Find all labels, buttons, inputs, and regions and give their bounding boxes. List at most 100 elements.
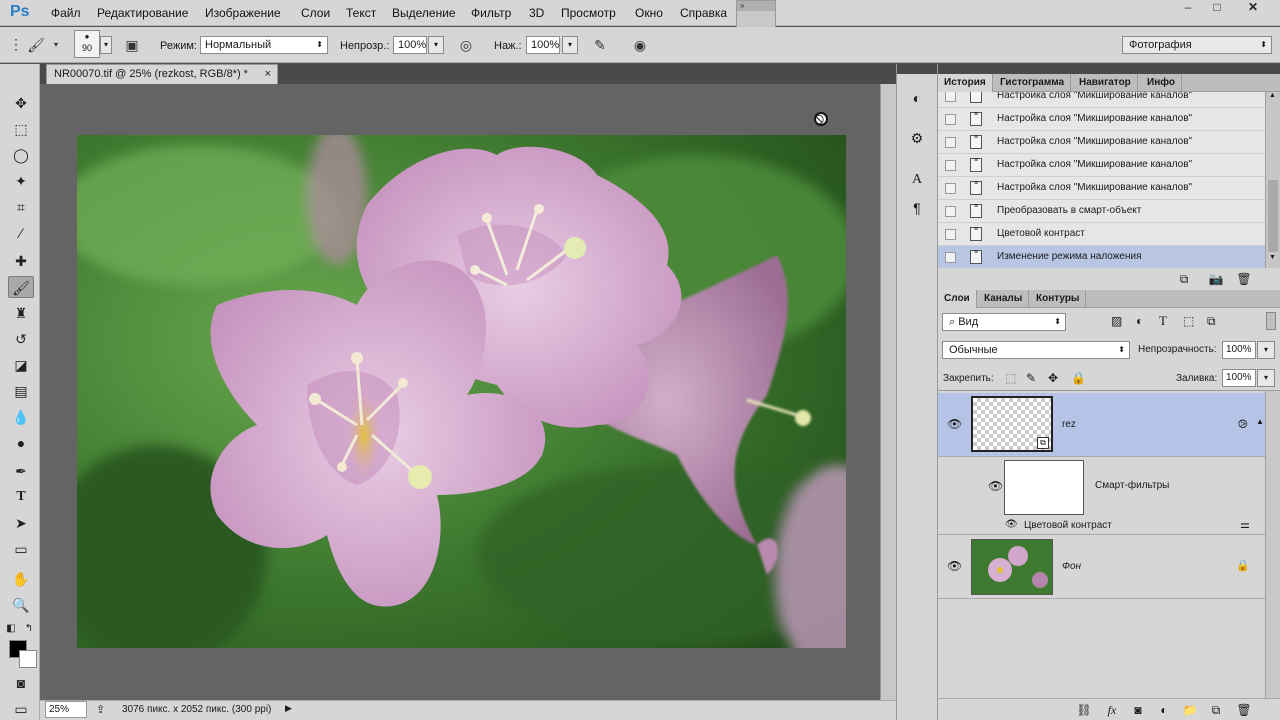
scroll-down-icon[interactable]: ▼ bbox=[1269, 254, 1276, 261]
background-color-swatch[interactable] bbox=[19, 650, 37, 668]
menu-select[interactable]: Выделение bbox=[392, 6, 456, 20]
blur-tool-icon[interactable]: 💧 bbox=[8, 406, 34, 428]
character-icon[interactable]: A bbox=[906, 170, 928, 190]
clone-source-icon[interactable]: ⚙ bbox=[906, 128, 928, 148]
rectangle-tool-icon[interactable]: ▭ bbox=[8, 538, 34, 560]
expand-arrow-icon[interactable]: ▲ bbox=[1256, 417, 1264, 426]
document-image[interactable] bbox=[77, 135, 846, 648]
crop-tool-icon[interactable]: ⌗ bbox=[8, 196, 34, 218]
brush-panel-icon[interactable]: ▣ bbox=[122, 36, 142, 54]
export-icon[interactable]: ⇪ bbox=[96, 703, 105, 716]
smart-filters-row[interactable]: 👁 Смарт-фильтры 👁 Цветовой контраст ⚌ bbox=[938, 457, 1265, 535]
history-item[interactable]: ≡ Настройка слоя "Микширование каналов" bbox=[938, 92, 1265, 108]
history-item-selected[interactable]: ≡ Изменение режима наложения bbox=[938, 246, 1265, 268]
opacity-arrow-icon[interactable]: ▾ bbox=[1257, 341, 1275, 359]
dodge-tool-icon[interactable]: ● bbox=[8, 432, 34, 454]
visibility-eye-icon[interactable]: 👁 bbox=[947, 417, 962, 431]
close-tab-icon[interactable]: × bbox=[265, 65, 271, 83]
fill-arrow-icon[interactable]: ▾ bbox=[1257, 369, 1275, 387]
lock-all-icon[interactable]: 🔒 bbox=[1071, 371, 1086, 385]
visibility-eye-icon[interactable]: 👁 bbox=[988, 479, 1003, 493]
history-source-checkbox[interactable] bbox=[945, 92, 956, 102]
close-icon[interactable]: ✕ bbox=[1243, 1, 1263, 15]
menu-type[interactable]: Текст bbox=[346, 6, 376, 20]
history-item[interactable]: ≡ Настройка слоя "Микширование каналов" bbox=[938, 131, 1265, 154]
pen-tool-icon[interactable]: ✒ bbox=[8, 460, 34, 482]
lock-position-icon[interactable]: ✥ bbox=[1048, 371, 1058, 385]
zoom-tool-icon[interactable]: 🔍 bbox=[8, 594, 34, 616]
add-mask-icon[interactable]: ◙ bbox=[1130, 703, 1146, 717]
tab-navigator[interactable]: Навигатор bbox=[1073, 74, 1138, 92]
filter-shape-icon[interactable]: ⬚ bbox=[1183, 314, 1194, 328]
flow-field[interactable]: 100% bbox=[526, 36, 560, 54]
brush-picker-arrow-icon[interactable]: ▾ bbox=[100, 36, 112, 54]
new-group-icon[interactable]: 📁 bbox=[1182, 703, 1198, 717]
filter-pixel-icon[interactable]: ▨ bbox=[1111, 314, 1122, 328]
type-tool-icon[interactable]: T bbox=[8, 486, 34, 508]
history-source-checkbox[interactable] bbox=[945, 206, 956, 217]
maximize-icon[interactable]: □ bbox=[1207, 1, 1227, 15]
history-item[interactable]: ≡ Настройка слоя "Микширование каналов" bbox=[938, 108, 1265, 131]
history-source-checkbox[interactable] bbox=[945, 160, 956, 171]
history-item[interactable]: ≡ Преобразовать в смарт-объект bbox=[938, 200, 1265, 223]
move-tool-icon[interactable]: ✥ bbox=[8, 92, 34, 114]
pressure-opacity-icon[interactable]: ◎ bbox=[456, 36, 476, 54]
swap-colors-icon[interactable]: ↰ bbox=[22, 618, 36, 640]
visibility-eye-icon[interactable]: 👁 bbox=[947, 559, 962, 573]
document-tab[interactable]: NR00070.tif @ 25% (rezkost, RGB/8*) * × bbox=[46, 64, 278, 84]
history-scrollbar[interactable]: ▼ ▲ bbox=[1265, 92, 1280, 268]
menu-image[interactable]: Изображение bbox=[205, 6, 281, 20]
workspace-select[interactable]: Фотография ⬍ bbox=[1122, 36, 1272, 54]
quick-select-tool-icon[interactable]: ✦ bbox=[8, 170, 34, 192]
filter-blending-options-icon[interactable]: ⚌ bbox=[1240, 518, 1250, 531]
collapse-icon[interactable]: » bbox=[737, 1, 775, 11]
pressure-size-icon[interactable]: ◉ bbox=[630, 36, 650, 54]
brush-tool-icon[interactable]: 🖌 bbox=[8, 276, 34, 298]
new-layer-icon[interactable]: ⧉ bbox=[1208, 703, 1224, 717]
blend-mode-select[interactable]: Обычные ⬍ bbox=[942, 341, 1130, 359]
filter-adjustment-icon[interactable]: ◐ bbox=[1136, 314, 1143, 328]
tab-channels[interactable]: Каналы bbox=[978, 290, 1030, 308]
mode-select[interactable]: Нормальный ⬍ bbox=[200, 36, 328, 54]
opacity-arrow-icon[interactable]: ▾ bbox=[428, 36, 444, 54]
default-colors-icon[interactable]: ◧ bbox=[4, 618, 18, 640]
paragraph-icon[interactable]: ¶ bbox=[906, 198, 928, 218]
menu-edit[interactable]: Редактирование bbox=[97, 6, 188, 20]
layer-row-background[interactable]: 👁 Фон 🔒 bbox=[938, 535, 1265, 599]
history-item[interactable]: ≡ Настройка слоя "Микширование каналов" bbox=[938, 154, 1265, 177]
eraser-tool-icon[interactable]: ◪ bbox=[8, 354, 34, 376]
lock-image-icon[interactable]: ✎ bbox=[1026, 371, 1036, 385]
adjustments-icon[interactable]: ◐ bbox=[906, 88, 928, 108]
scroll-thumb[interactable] bbox=[1268, 180, 1278, 252]
trash-icon[interactable]: 🗑 bbox=[1236, 703, 1252, 717]
history-source-checkbox[interactable] bbox=[945, 114, 956, 125]
scroll-up-icon[interactable]: ▲ bbox=[1269, 92, 1276, 99]
smart-filter-options-icon[interactable]: ⧁ bbox=[1238, 417, 1248, 432]
menu-view[interactable]: Просмотр bbox=[561, 6, 616, 20]
tool-preset-arrow-icon[interactable]: ▾ bbox=[50, 36, 62, 54]
visibility-eye-icon[interactable]: 👁 bbox=[1005, 519, 1018, 530]
layers-scrollbar[interactable] bbox=[1265, 391, 1280, 698]
hand-tool-icon[interactable]: ✋ bbox=[8, 568, 34, 590]
airbrush-icon[interactable]: ✎ bbox=[590, 36, 610, 54]
vertical-scrollbar[interactable] bbox=[880, 84, 896, 700]
menu-window[interactable]: Окно bbox=[635, 6, 663, 20]
quick-mask-icon[interactable]: ◙ bbox=[8, 672, 34, 694]
history-item[interactable]: ≡ Настройка слоя "Микширование каналов" bbox=[938, 177, 1265, 200]
link-layers-icon[interactable]: ⛓ bbox=[1076, 703, 1092, 717]
clone-stamp-tool-icon[interactable]: ♜ bbox=[8, 302, 34, 324]
history-item[interactable]: ≡ Цветовой контраст bbox=[938, 223, 1265, 246]
lasso-tool-icon[interactable]: ◯ bbox=[8, 144, 34, 166]
lock-transparent-icon[interactable]: ⬚ bbox=[1005, 371, 1016, 385]
opacity-field[interactable]: 100% bbox=[393, 36, 427, 54]
layer-opacity-field[interactable]: 100% bbox=[1222, 341, 1256, 359]
layer-style-icon[interactable]: fx bbox=[1104, 703, 1120, 717]
tab-histogram[interactable]: Гистограмма bbox=[994, 74, 1072, 92]
menu-help[interactable]: Справка bbox=[680, 6, 727, 20]
history-source-checkbox[interactable] bbox=[945, 252, 956, 263]
menu-file[interactable]: Файл bbox=[51, 6, 81, 20]
filter-type-icon[interactable]: T bbox=[1159, 313, 1167, 329]
screen-mode-icon[interactable]: ▭ bbox=[8, 698, 34, 720]
new-adjustment-layer-icon[interactable]: ◐ bbox=[1156, 703, 1172, 717]
fill-field[interactable]: 100% bbox=[1222, 369, 1256, 387]
